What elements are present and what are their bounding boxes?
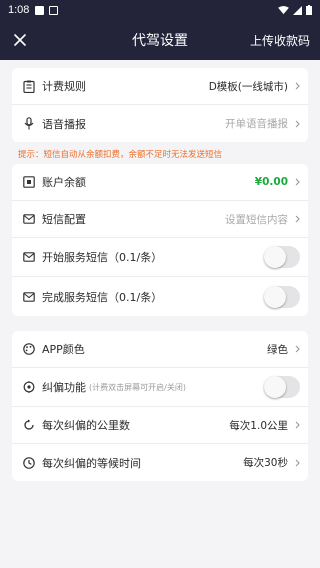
correction-km-row[interactable]: 每次纠偏的公里数 每次1.0公里 — [12, 407, 308, 444]
billing-card: 计费规则 D模板(一线城市) 语音播报 开单语音播报 — [12, 68, 308, 142]
app-color-row[interactable]: APP颜色 绿色 — [12, 331, 308, 368]
status-bar: 1:08 — [0, 0, 320, 20]
start-sms-toggle[interactable] — [264, 246, 300, 268]
billing-rule-label: 计费规则 — [42, 80, 86, 93]
app-notification-icon — [49, 5, 59, 15]
upload-qrcode-button[interactable]: 上传收款码 — [250, 32, 320, 49]
finish-sms-row: 完成服务短信（0.1/条） — [12, 277, 308, 316]
app-color-label: APP颜色 — [42, 343, 85, 356]
chevron-right-icon — [290, 420, 300, 430]
clipboard-icon — [22, 79, 36, 93]
correction-wait-row[interactable]: 每次纠偏的等候时间 每次30秒 — [12, 444, 308, 481]
billing-rule-value: D模板(一线城市) — [208, 80, 288, 93]
close-button[interactable] — [0, 20, 40, 60]
chevron-right-icon — [290, 177, 300, 187]
start-sms-label: 开始服务短信（0.1/条） — [42, 251, 163, 264]
envelope-icon — [22, 290, 36, 304]
chevron-right-icon — [290, 119, 300, 129]
wallet-icon — [22, 175, 36, 189]
balance-value: ¥0.00 — [254, 176, 288, 188]
target-icon — [22, 380, 36, 394]
billing-rule-row[interactable]: 计费规则 D模板(一线城市) — [12, 68, 308, 105]
close-icon — [14, 34, 26, 46]
envelope-icon — [22, 250, 36, 264]
correction-wait-value: 每次30秒 — [243, 457, 288, 469]
clock-icon — [22, 456, 36, 470]
signal-icon — [293, 5, 302, 15]
sms-config-value: 设置短信内容 — [225, 213, 288, 226]
chevron-right-icon — [290, 81, 300, 91]
app-settings-card: APP颜色 绿色 纠偏功能 (计费双击屏幕可开启/关闭) 每次纠偏的公里数 每次… — [12, 331, 308, 481]
finish-sms-toggle[interactable] — [264, 285, 300, 308]
app-color-value: 绿色 — [267, 343, 288, 356]
correction-note: (计费双击屏幕可开启/关闭) — [89, 382, 186, 392]
chevron-right-icon — [290, 344, 300, 354]
toggle-knob — [264, 246, 286, 268]
system-nav-bar — [0, 540, 320, 568]
finish-sms-label: 完成服务短信（0.1/条） — [42, 290, 163, 304]
chevron-right-icon — [290, 214, 300, 224]
correction-toggle[interactable] — [264, 376, 300, 398]
balance-row[interactable]: 账户余额 ¥0.00 — [12, 164, 308, 201]
envelope-icon — [22, 212, 36, 226]
correction-km-value: 每次1.0公里 — [229, 419, 288, 432]
correction-row: 纠偏功能 (计费双击屏幕可开启/关闭) — [12, 368, 308, 407]
sms-config-label: 短信配置 — [42, 213, 86, 226]
balance-label: 账户余额 — [42, 176, 86, 189]
sms-config-row[interactable]: 短信配置 设置短信内容 — [12, 201, 308, 238]
wifi-icon — [278, 5, 289, 14]
toggle-knob — [264, 376, 286, 398]
correction-label: 纠偏功能 — [42, 381, 86, 394]
correction-km-label: 每次纠偏的公里数 — [42, 419, 130, 432]
palette-icon — [22, 342, 36, 356]
sms-tip-text: 提示：短信自动从余额扣费，余额不足时无法发送短信 — [18, 150, 223, 160]
toggle-knob — [264, 285, 286, 308]
voice-broadcast-value: 开单语音播报 — [225, 118, 288, 130]
voice-broadcast-row[interactable]: 语音播报 开单语音播报 — [12, 105, 308, 142]
start-sms-row: 开始服务短信（0.1/条） — [12, 238, 308, 277]
sms-card: 账户余额 ¥0.00 短信配置 设置短信内容 开始服务短信（0.1/条） 完成服… — [12, 164, 308, 316]
chevron-right-icon — [290, 458, 300, 468]
microphone-icon — [22, 117, 36, 131]
voice-broadcast-label: 语音播报 — [42, 117, 86, 131]
notification-icon — [35, 5, 45, 15]
status-time: 1:08 — [8, 4, 30, 16]
correction-wait-label: 每次纠偏的等候时间 — [42, 456, 141, 470]
battery-icon — [306, 5, 312, 15]
refresh-icon — [22, 418, 36, 432]
app-bar: 代驾设置 上传收款码 — [0, 20, 320, 60]
